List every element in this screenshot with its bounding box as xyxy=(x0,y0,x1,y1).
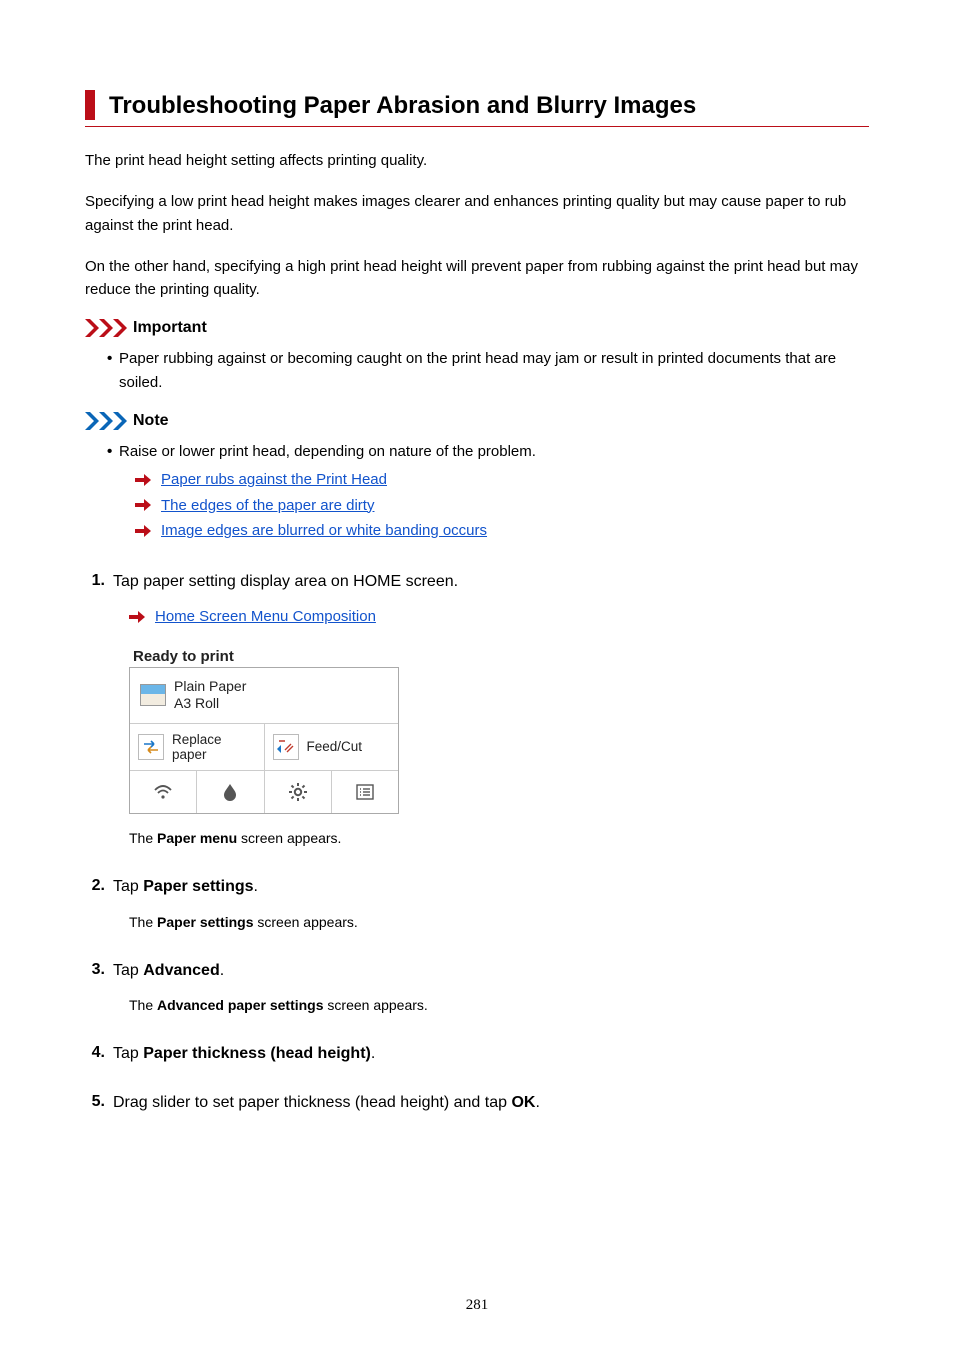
t: Paper thickness (head height) xyxy=(143,1045,371,1062)
t: . xyxy=(220,962,224,979)
screen-actions-row: Replace paper Feed/Cut xyxy=(130,724,398,771)
page-title-row: Troubleshooting Paper Abrasion and Blurr… xyxy=(85,90,869,127)
step-3-text: Tap Advanced. xyxy=(113,961,224,982)
t: Drag slider to set paper thickness (head… xyxy=(113,1094,511,1111)
note-bullet-text: Raise or lower print head, depending on … xyxy=(119,440,536,463)
note-link-row: Image edges are blurred or white banding… xyxy=(107,518,869,544)
step-1-text: Tap paper setting display area on HOME s… xyxy=(113,572,458,593)
step-4: 4. Tap Paper thickness (head height). xyxy=(85,1044,869,1065)
feed-cut-label: Feed/Cut xyxy=(307,739,363,754)
step-2: 2. Tap Paper settings. xyxy=(85,877,869,898)
paper-setting-area: Plain Paper A3 Roll xyxy=(130,668,398,724)
t: . xyxy=(535,1094,539,1111)
important-bullet-text: Paper rubbing against or becoming caught… xyxy=(119,347,869,394)
step-5-text: Drag slider to set paper thickness (head… xyxy=(113,1093,540,1114)
step-3: 3. Tap Advanced. xyxy=(85,961,869,982)
replace-paper-icon xyxy=(138,734,164,760)
t: screen appears. xyxy=(254,914,358,930)
step-2-text: Tap Paper settings. xyxy=(113,877,258,898)
t: Tap xyxy=(113,1045,143,1062)
job-list-icon xyxy=(331,771,398,813)
step-number: 1. xyxy=(85,572,113,593)
arrow-right-icon xyxy=(129,611,145,623)
t: Tap xyxy=(113,878,143,895)
arrow-right-icon xyxy=(135,474,151,486)
note-content: • Raise or lower print head, depending o… xyxy=(85,440,869,544)
bullet-dot-icon: • xyxy=(107,347,119,394)
wifi-icon xyxy=(130,771,196,813)
printer-screen-illustration: Ready to print Plain Paper A3 Roll Repla… xyxy=(129,648,399,814)
paper-info: Plain Paper A3 Roll xyxy=(174,678,246,713)
page-number: 281 xyxy=(0,1297,954,1314)
screen-bottom-row xyxy=(130,771,398,813)
intro-paragraph: Specifying a low print head height makes… xyxy=(85,190,869,237)
note-label: Note xyxy=(133,412,169,430)
note-link-row: The edges of the paper are dirty xyxy=(107,493,869,519)
t: Advanced xyxy=(143,962,219,979)
intro-paragraph: On the other hand, specifying a high pri… xyxy=(85,255,869,302)
note-heading: Note xyxy=(85,412,869,430)
gear-icon xyxy=(264,771,331,813)
t: The xyxy=(129,830,157,846)
step-5: 5. Drag slider to set paper thickness (h… xyxy=(85,1093,869,1114)
step-3-result: The Advanced paper settings screen appea… xyxy=(85,995,869,1016)
link-edges-dirty[interactable]: The edges of the paper are dirty xyxy=(161,493,374,519)
important-chevrons-icon xyxy=(85,319,127,337)
t: The xyxy=(129,997,157,1013)
step-number: 2. xyxy=(85,877,113,898)
step-number: 3. xyxy=(85,961,113,982)
note-bullet: • Raise or lower print head, depending o… xyxy=(107,440,869,463)
note-link-row: Paper rubs against the Print Head xyxy=(107,467,869,493)
paper-type: Plain Paper xyxy=(174,678,246,696)
bullet-dot-icon: • xyxy=(107,440,119,463)
important-content: • Paper rubbing against or becoming caug… xyxy=(85,347,869,394)
replace-label-2: paper xyxy=(172,747,222,762)
note-chevrons-icon xyxy=(85,412,127,430)
t: . xyxy=(371,1045,375,1062)
step-1: 1. Tap paper setting display area on HOM… xyxy=(85,572,869,593)
feed-cut-button: Feed/Cut xyxy=(264,724,399,770)
page-title: Troubleshooting Paper Abrasion and Blurr… xyxy=(109,90,696,120)
link-home-screen-menu[interactable]: Home Screen Menu Composition xyxy=(155,604,376,630)
link-image-edges-blurred[interactable]: Image edges are blurred or white banding… xyxy=(161,518,487,544)
t: screen appears. xyxy=(237,830,341,846)
feed-cut-icon xyxy=(273,734,299,760)
important-heading: Important xyxy=(85,319,869,337)
t: OK xyxy=(511,1094,535,1111)
step-number: 5. xyxy=(85,1093,113,1114)
t: Tap xyxy=(113,962,143,979)
t: Paper settings xyxy=(157,914,253,930)
important-bullet: • Paper rubbing against or becoming caug… xyxy=(107,347,869,394)
screen-box: Plain Paper A3 Roll Replace paper Feed/C… xyxy=(129,667,399,814)
paper-roll-icon xyxy=(140,684,166,706)
replace-paper-button: Replace paper xyxy=(130,724,264,770)
t: screen appears. xyxy=(324,997,428,1013)
step-number: 4. xyxy=(85,1044,113,1065)
arrow-right-icon xyxy=(135,525,151,537)
link-paper-rubs[interactable]: Paper rubs against the Print Head xyxy=(161,467,387,493)
screen-status-text: Ready to print xyxy=(129,648,399,667)
intro-paragraph: The print head height setting affects pr… xyxy=(85,149,869,172)
t: Advanced paper settings xyxy=(157,997,324,1013)
title-accent-bar xyxy=(85,90,95,120)
important-label: Important xyxy=(133,319,207,337)
step-1-link-row: Home Screen Menu Composition xyxy=(85,604,869,630)
step-2-result: The Paper settings screen appears. xyxy=(85,912,869,933)
step-4-text: Tap Paper thickness (head height). xyxy=(113,1044,375,1065)
step-1-result: The Paper menu screen appears. xyxy=(85,828,869,849)
arrow-right-icon xyxy=(135,499,151,511)
t: Paper menu xyxy=(157,830,237,846)
replace-label-1: Replace xyxy=(172,732,222,747)
t: Paper settings xyxy=(143,878,253,895)
paper-size: A3 Roll xyxy=(174,695,246,713)
t: The xyxy=(129,914,157,930)
t: . xyxy=(254,878,258,895)
ink-drop-icon xyxy=(196,771,263,813)
